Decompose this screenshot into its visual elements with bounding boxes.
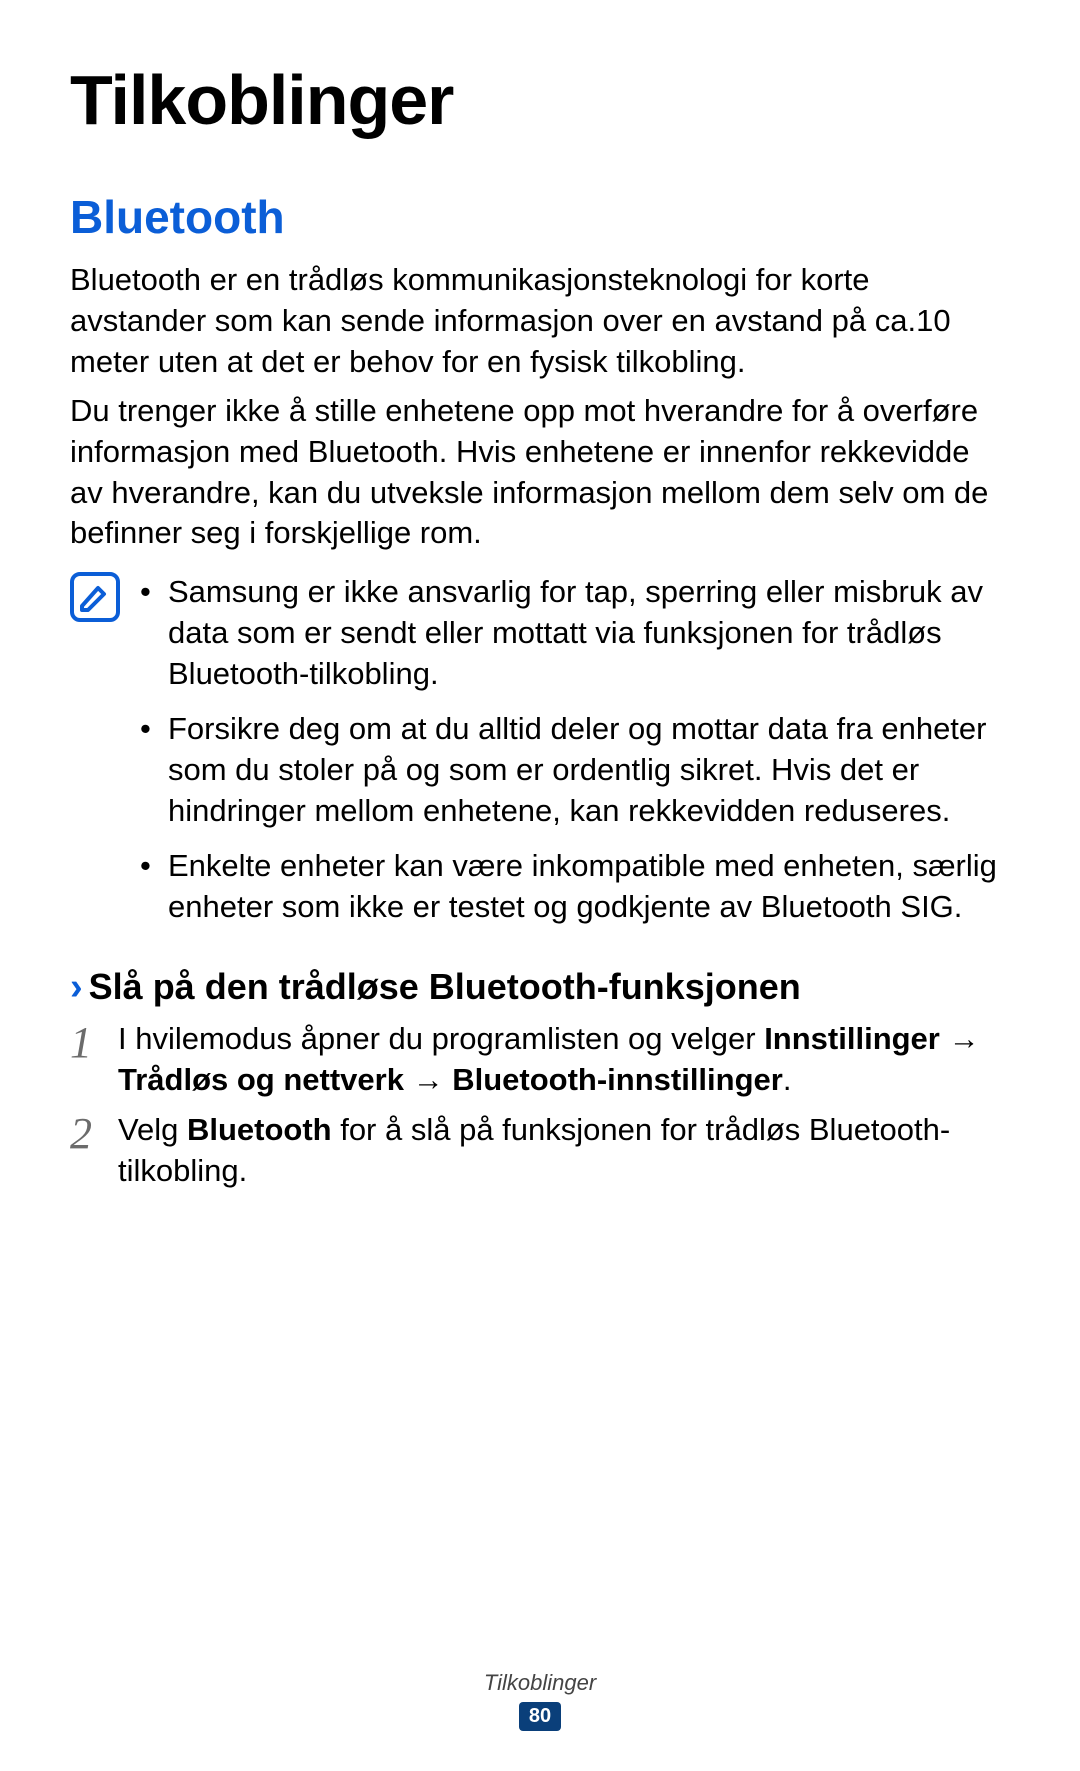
subheading: › Slå på den trådløse Bluetooth-funksjon… xyxy=(70,966,1010,1009)
step-bold: Bluetooth-innstillinger xyxy=(452,1062,783,1097)
note-item: Samsung er ikke ansvarlig for tap, sperr… xyxy=(140,572,1010,695)
step-body: Velg Bluetooth for å slå på funksjonen f… xyxy=(118,1110,1010,1192)
arrow-icon: → xyxy=(404,1062,452,1097)
note-item: Forsikre deg om at du alltid deler og mo… xyxy=(140,709,1010,832)
step-number: 1 xyxy=(70,1019,118,1065)
chevron-icon: › xyxy=(70,966,83,1009)
paragraph-intro-1: Bluetooth er en trådløs kommunikasjonste… xyxy=(70,260,1010,383)
page: Tilkoblinger Bluetooth Bluetooth er en t… xyxy=(0,0,1080,1771)
page-footer: Tilkoblinger 80 xyxy=(0,1670,1080,1731)
step-text: . xyxy=(783,1062,792,1097)
step-number: 2 xyxy=(70,1110,118,1156)
note-block: Samsung er ikke ansvarlig for tap, sperr… xyxy=(70,572,1010,941)
step-body: I hvilemodus åpner du programlisten og v… xyxy=(118,1019,1010,1101)
step-2: 2 Velg Bluetooth for å slå på funksjonen… xyxy=(70,1110,1010,1192)
paragraph-intro-2: Du trenger ikke å stille enhetene opp mo… xyxy=(70,391,1010,555)
step-1: 1 I hvilemodus åpner du programlisten og… xyxy=(70,1019,1010,1101)
step-text: Velg xyxy=(118,1112,187,1147)
page-title: Tilkoblinger xyxy=(70,60,1010,140)
section-title-bluetooth: Bluetooth xyxy=(70,190,1010,244)
note-item: Enkelte enheter kan være inkompatible me… xyxy=(140,846,1010,928)
note-list: Samsung er ikke ansvarlig for tap, sperr… xyxy=(140,572,1010,941)
note-icon xyxy=(70,572,120,622)
step-bold: Innstillinger xyxy=(764,1021,940,1056)
step-text: I hvilemodus åpner du programlisten og v… xyxy=(118,1021,764,1056)
step-bold: Bluetooth xyxy=(187,1112,332,1147)
step-bold: Trådløs og nettverk xyxy=(118,1062,404,1097)
arrow-icon: → xyxy=(940,1021,980,1056)
subheading-text: Slå på den trådløse Bluetooth-funksjonen xyxy=(89,966,801,1008)
footer-section-label: Tilkoblinger xyxy=(0,1670,1080,1696)
page-number-badge: 80 xyxy=(519,1702,561,1731)
